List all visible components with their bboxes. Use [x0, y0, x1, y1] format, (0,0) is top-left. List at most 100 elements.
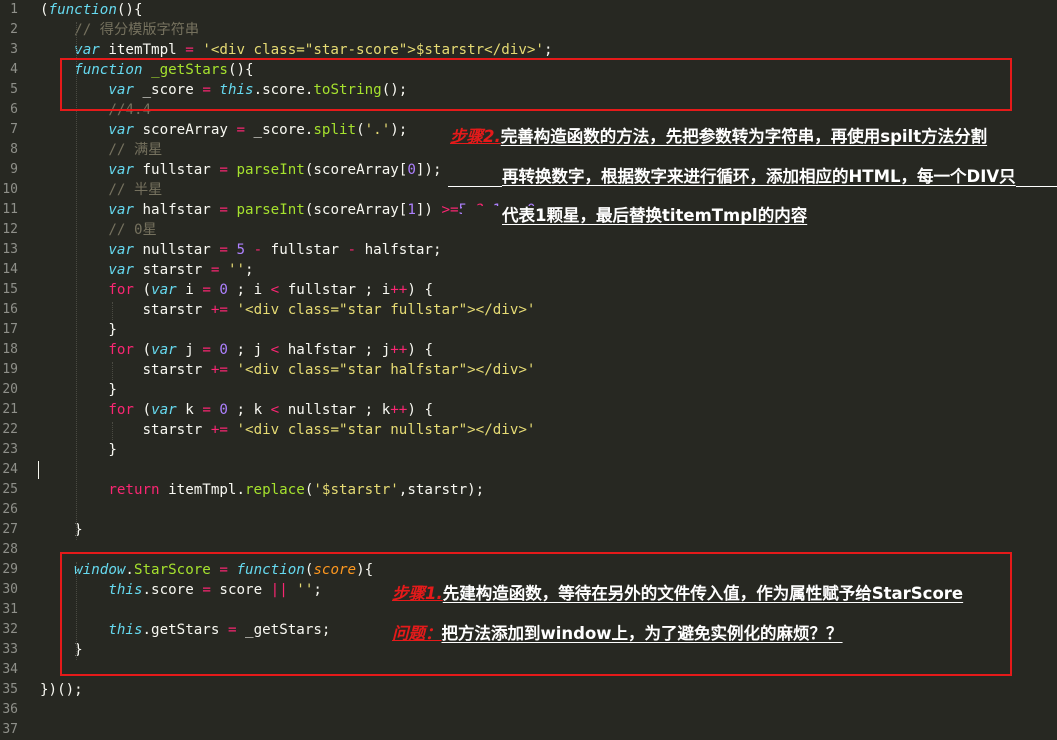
code-line[interactable]: 19 starstr += '<div class="star halfstar… [0, 360, 1057, 380]
code-token: ++ [390, 282, 408, 298]
line-number: 26 [2, 502, 18, 517]
code-text: } [40, 380, 117, 400]
line-number: 25 [2, 482, 18, 497]
code-line[interactable]: 21 for (var k = 0 ; k < nullstar ; k++) … [0, 400, 1057, 420]
code-token: halfstar [133, 202, 220, 218]
code-token: ) { [407, 282, 433, 298]
code-token: ]); [415, 162, 442, 178]
code-line[interactable]: 18 for (var j = 0 ; j < halfstar ; j++) … [0, 340, 1057, 360]
code-line[interactable]: 20 } [0, 380, 1057, 400]
code-token: // 得分模版字符串 [74, 22, 200, 38]
code-token: for [108, 282, 134, 298]
indent-guide [112, 362, 113, 380]
code-text: var fullstar = parseInt(scoreArray[0]); [40, 160, 442, 180]
code-line[interactable]: 23 } [0, 440, 1057, 460]
code-line[interactable]: 24 [0, 460, 1057, 480]
code-token: k [176, 402, 203, 418]
code-token: 1 [407, 202, 416, 218]
code-token: starstr [40, 422, 211, 438]
code-token: // 半星 [108, 182, 163, 198]
code-line[interactable]: 3 var itemTmpl = '<div class="star-score… [0, 40, 1057, 60]
code-token: ( [40, 2, 49, 18]
code-token: // 0星 [108, 222, 157, 238]
code-token: ,starstr); [398, 482, 485, 498]
code-line[interactable]: 13 var nullstar = 5 - fullstar - halfsta… [0, 240, 1057, 260]
annotation-question-label: 问题： [392, 624, 442, 643]
code-token: ++ [390, 342, 408, 358]
code-line[interactable]: 16 starstr += '<div class="star fullstar… [0, 300, 1057, 320]
code-line[interactable]: 26 [0, 500, 1057, 520]
code-line[interactable]: 2 // 得分模版字符串 [0, 20, 1057, 40]
code-line[interactable]: 17 } [0, 320, 1057, 340]
code-token: '' [227, 262, 246, 278]
line-number: 36 [2, 702, 18, 717]
code-line[interactable]: 15 for (var i = 0 ; i < fullstar ; i++) … [0, 280, 1057, 300]
line-number: 30 [2, 582, 18, 597]
code-token: split [313, 122, 357, 138]
code-token: var [108, 262, 134, 278]
code-line[interactable]: 25 return itemTmpl.replace('$starstr',st… [0, 480, 1057, 500]
highlight-box-starscore [60, 552, 1012, 676]
annotation-step2-line2: 再转换数字，根据数字来进行循环，添加相应的HTML，每一个DIV只 [502, 167, 1016, 187]
code-token: (scoreArray[ [304, 202, 408, 218]
code-line[interactable]: 14 var starstr = ''; [0, 260, 1057, 280]
code-text: } [40, 320, 117, 340]
code-token: '.' [364, 122, 391, 138]
line-number: 34 [2, 662, 18, 677]
code-token: ; i [227, 282, 271, 298]
code-text: // 半星 [40, 180, 162, 200]
code-line[interactable]: 35})(); [0, 680, 1057, 700]
code-token: fullstar [262, 242, 348, 258]
code-editor[interactable]: 1 (function(){2 // 得分模版字符串 3 var itemTmpl … [0, 0, 1057, 737]
code-token: 5 [236, 242, 246, 258]
line-number: 21 [2, 402, 18, 417]
code-line[interactable]: 27 } [0, 520, 1057, 540]
line-number: 23 [2, 442, 18, 457]
annotation-question: 问题：把方法添加到window上，为了避免实例化的麻烦？？ [392, 624, 843, 644]
annotation-step2-text2: 再转换数字，根据数字来进行循环，添加相应的HTML，每一个DIV只 [502, 167, 1016, 186]
line-number: 7 [10, 122, 18, 137]
code-token: } [40, 442, 117, 458]
code-text: // 满星 [40, 140, 162, 160]
code-token: replace [245, 482, 305, 498]
line-number: 8 [10, 142, 18, 157]
code-token: } [40, 382, 117, 398]
code-text: var itemTmpl = '<div class="star-score">… [40, 40, 552, 60]
line-number: 16 [2, 302, 18, 317]
code-token: '$starstr' [313, 482, 399, 498]
line-number: 32 [2, 622, 18, 637]
line-number: 18 [2, 342, 18, 357]
code-text: for (var j = 0 ; j < halfstar ; j++) { [40, 340, 433, 360]
code-token: += [210, 362, 228, 378]
code-token: ( [356, 122, 365, 138]
line-number: 1 [10, 2, 18, 17]
code-token: starstr [40, 302, 211, 318]
line-number: 37 [2, 722, 18, 737]
code-token: parseInt [236, 162, 305, 178]
annotation-step2-line1: 步骤2.完善构造函数的方法，先把参数转为字符串，再使用spilt方法分割 [450, 127, 992, 147]
code-token: for [108, 342, 134, 358]
code-text: } [40, 440, 117, 460]
code-text: })(); [40, 680, 83, 700]
code-token: '<div class="star nullstar"></div>' [236, 422, 536, 438]
line-number: 33 [2, 642, 18, 657]
code-text: // 得分模版字符串 [40, 20, 199, 40]
line-number: 10 [2, 182, 18, 197]
text-cursor [38, 461, 39, 479]
code-line[interactable]: 36 [0, 700, 1057, 720]
highlight-box-getstars [60, 58, 1012, 111]
code-token: starstr [133, 262, 211, 278]
annotation-question-text: 把方法添加到window上，为了避免实例化的麻烦？？ [441, 624, 843, 643]
code-token: scoreArray [133, 122, 237, 138]
line-number: 12 [2, 222, 18, 237]
indent-guide [112, 422, 113, 440]
code-line[interactable]: 1 (function(){ [0, 0, 1057, 20]
code-line[interactable]: 22 starstr += '<div class="star nullstar… [0, 420, 1057, 440]
line-number: 9 [10, 162, 18, 177]
code-token: 0 [219, 402, 228, 418]
code-line[interactable]: 37 [0, 720, 1057, 740]
code-token: var [151, 282, 177, 298]
